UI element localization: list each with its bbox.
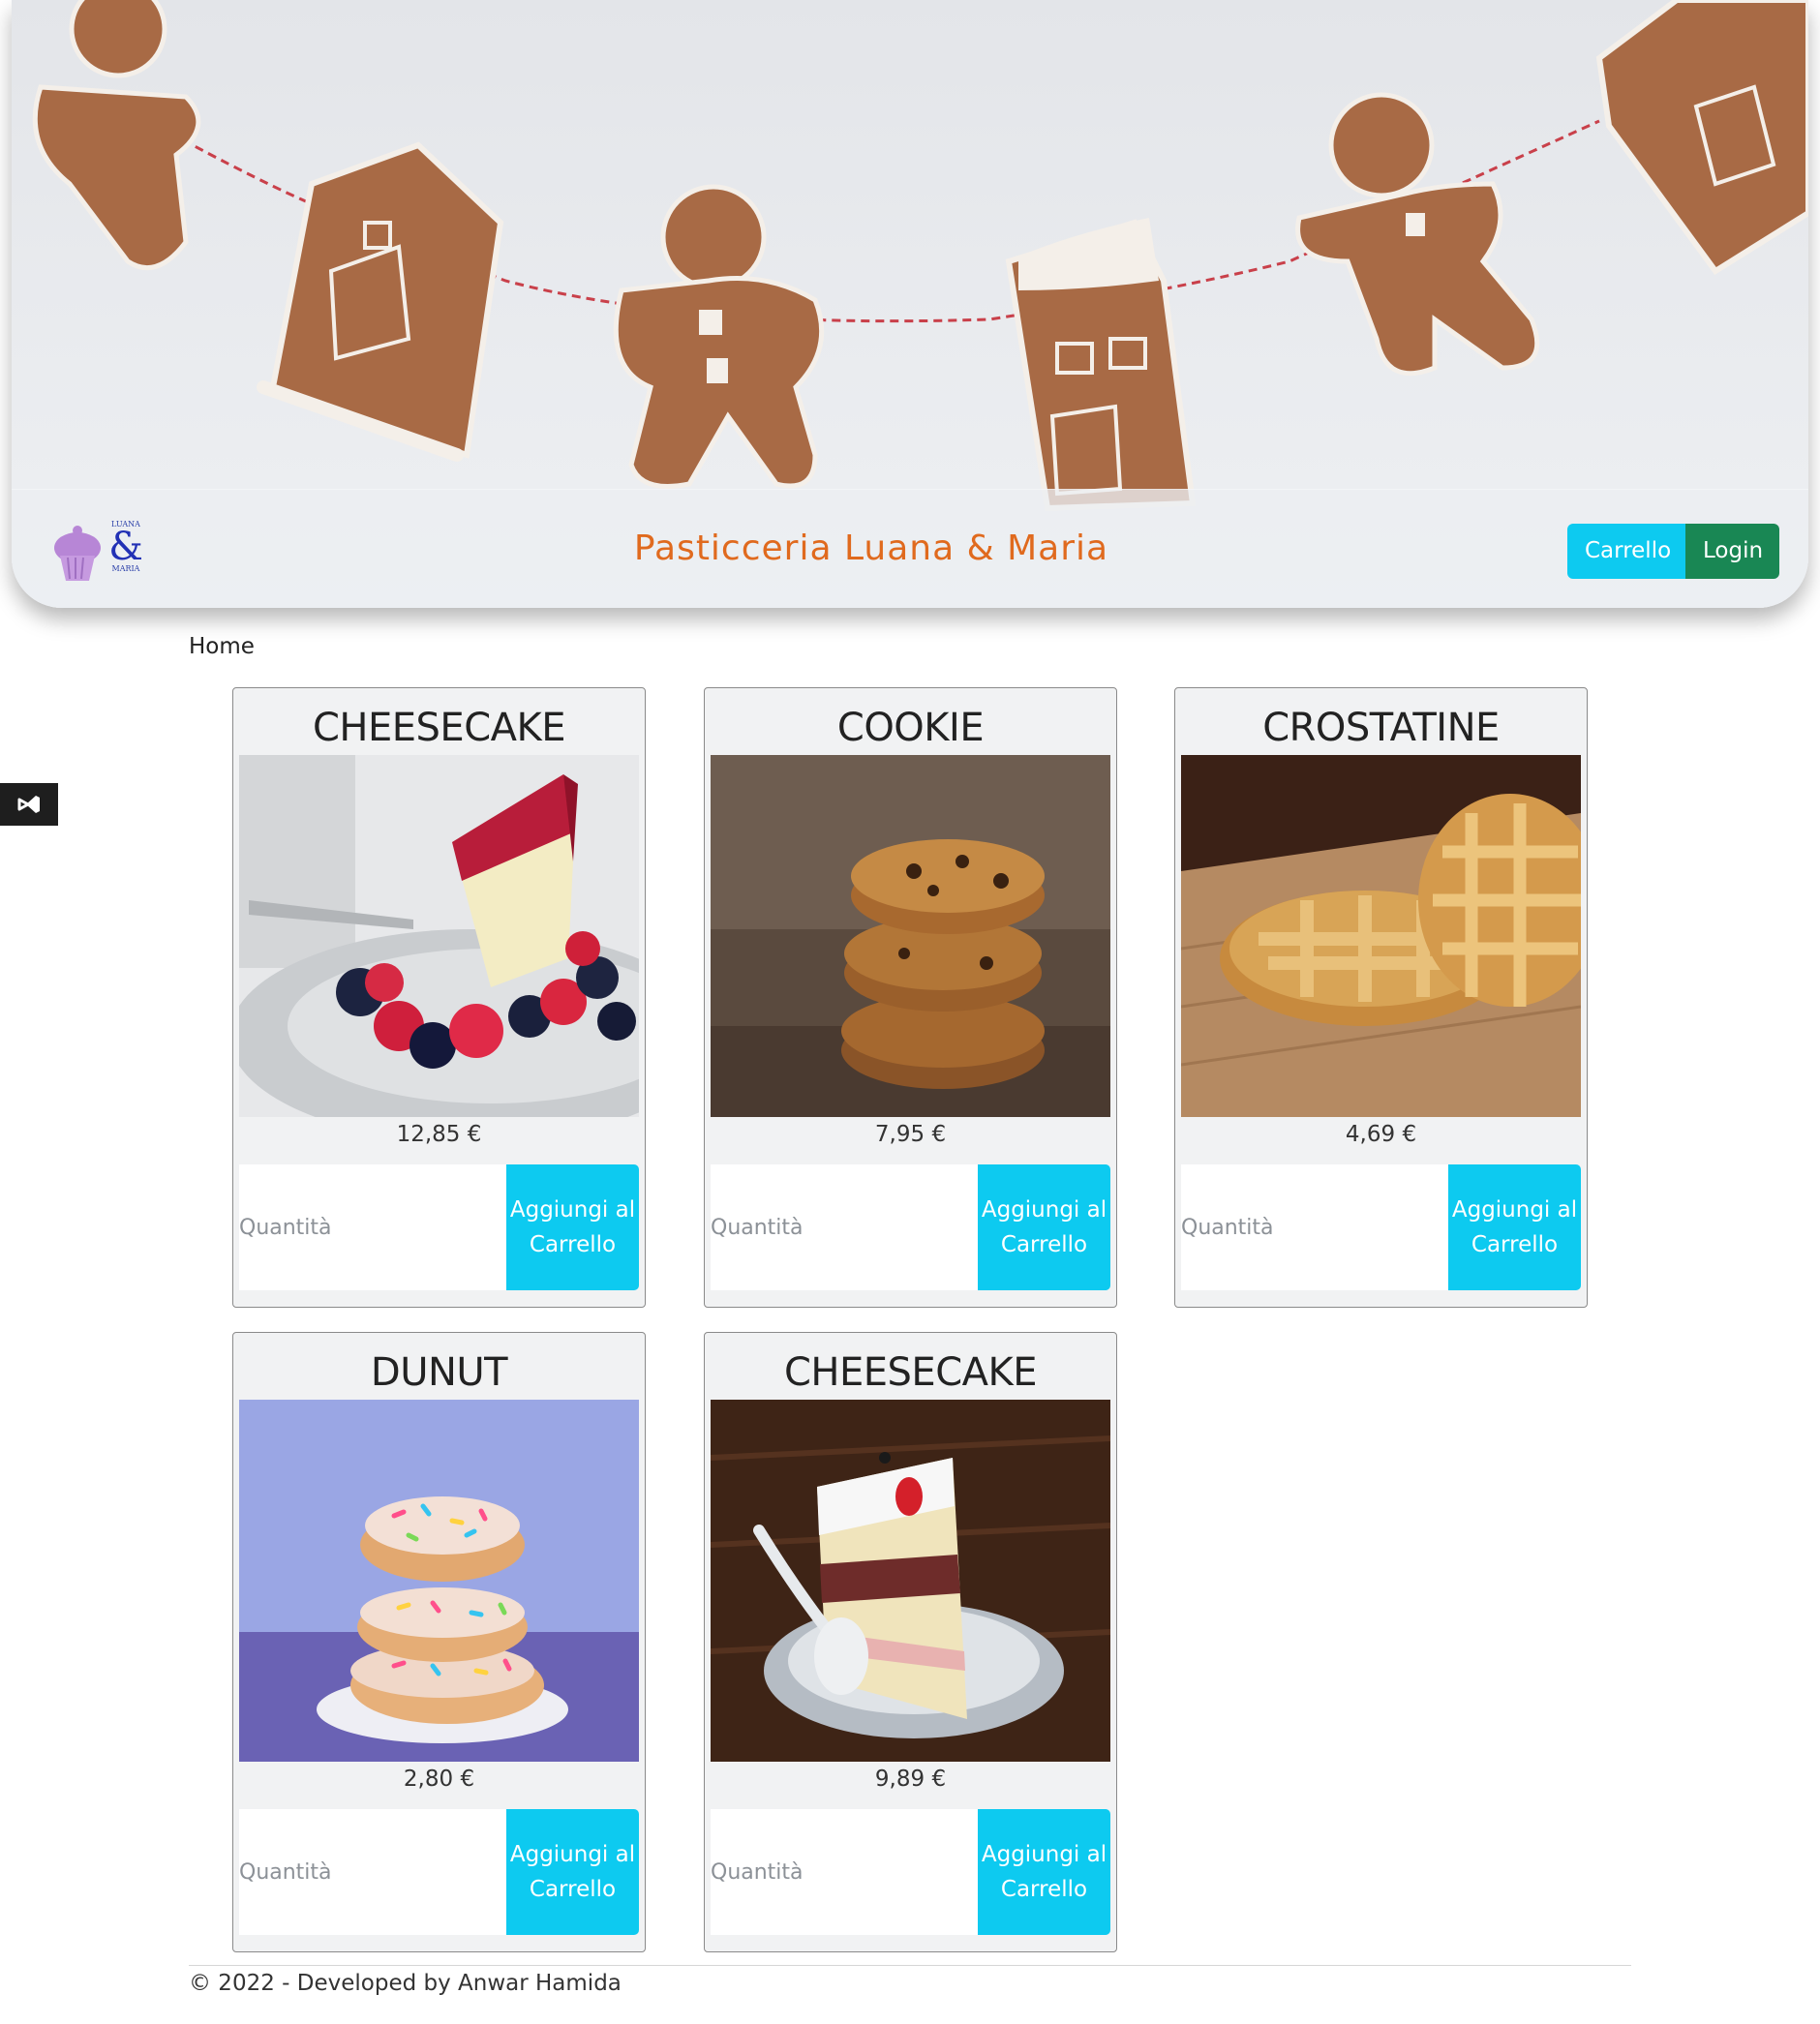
quantity-input[interactable] [1181, 1164, 1449, 1290]
product-card: COOKIE 7,95 € Aggiungi al Carrello [704, 687, 1117, 1308]
add-to-cart-button[interactable]: Aggiungi al Carrello [506, 1164, 639, 1290]
quantity-input[interactable] [711, 1164, 979, 1290]
quantity-input[interactable] [239, 1809, 507, 1935]
product-card: CHEESECAKE 9,89 € Aggiungi al Carrello [704, 1332, 1117, 1952]
visual-studio-tab[interactable] [0, 783, 58, 826]
product-card: CHEESECAKE 12,85 € Aggiungi al Carrello [232, 687, 646, 1308]
product-price: 9,89 € [874, 1767, 947, 1792]
footer-divider [189, 1965, 1631, 1966]
product-name: COOKIE [836, 706, 985, 750]
add-to-cart-button[interactable]: Aggiungi al Carrello [978, 1164, 1110, 1290]
add-to-cart-button[interactable]: Aggiungi al Carrello [506, 1809, 639, 1935]
nav-button-group: Carrello Login [1567, 524, 1779, 579]
quantity-input[interactable] [239, 1164, 507, 1290]
product-image[interactable] [711, 755, 1110, 1117]
quantity-input[interactable] [711, 1809, 979, 1935]
add-to-cart-button[interactable]: Aggiungi al Carrello [1448, 1164, 1581, 1290]
product-name: DUNUT [370, 1350, 508, 1395]
navbar: LUANA & MARIA Pasticceria Luana & Maria … [12, 489, 1808, 608]
product-name: CHEESECAKE [312, 706, 566, 750]
login-button[interactable]: Login [1685, 524, 1779, 579]
product-price: 7,95 € [874, 1122, 947, 1147]
product-price: 12,85 € [396, 1122, 482, 1147]
product-price: 2,80 € [403, 1767, 475, 1792]
hero-banner: LUANA & MARIA Pasticceria Luana & Maria … [12, 0, 1808, 608]
footer-text: © 2022 - Developed by Anwar Hamida [189, 1971, 622, 1996]
product-price: 4,69 € [1345, 1122, 1417, 1147]
cart-button[interactable]: Carrello [1567, 524, 1685, 579]
brand-title[interactable]: Pasticceria Luana & Maria [12, 529, 1731, 568]
product-image[interactable] [1181, 755, 1581, 1117]
visual-studio-icon [17, 796, 40, 813]
product-image[interactable] [239, 755, 639, 1117]
breadcrumb-home[interactable]: Home [189, 634, 255, 659]
product-name: CROSTATINE [1262, 706, 1500, 750]
product-image[interactable] [711, 1400, 1110, 1762]
product-image[interactable] [239, 1400, 639, 1762]
product-card: DUNUT 2,80 € Aggiungi al Carrello [232, 1332, 646, 1952]
product-card: CROSTATINE 4,69 € Aggiungi al Carrello [1174, 687, 1588, 1308]
product-name: CHEESECAKE [783, 1350, 1038, 1395]
add-to-cart-button[interactable]: Aggiungi al Carrello [978, 1809, 1110, 1935]
